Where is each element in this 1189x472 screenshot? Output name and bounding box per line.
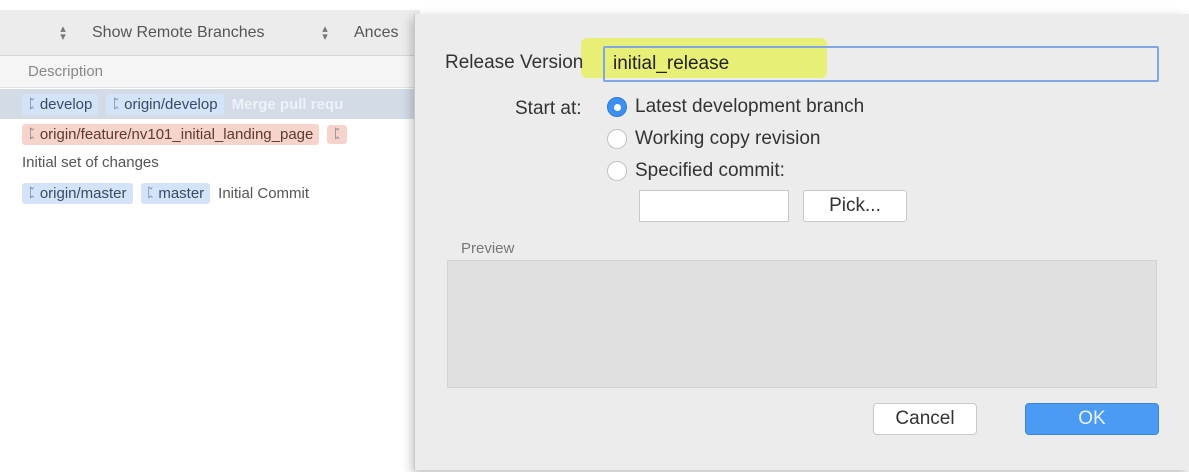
branch-tag: ᛈ origin/feature/nv101_initial_landing_pa… [22, 123, 320, 145]
radio-latest-development-branch[interactable]: Latest development branch [607, 96, 864, 118]
radio-label: Specified commit: [635, 160, 785, 181]
commit-message: Merge pull requ [231, 95, 344, 113]
commit-row[interactable]: Initial set of changes [0, 147, 420, 177]
radio-label: Latest development branch [635, 96, 865, 117]
radio-label: Working copy revision [635, 128, 821, 149]
radio-working-copy-revision[interactable]: Working copy revision [607, 128, 821, 150]
specified-commit-input[interactable] [639, 190, 789, 222]
commit-message: Initial Commit [218, 184, 310, 202]
release-version-label: Release Version [445, 52, 584, 73]
show-remote-branches-label: Show Remote Branches [92, 24, 265, 41]
commit-row[interactable]: ᛈ origin/master ᛈ master Initial Commit [0, 178, 420, 208]
branch-icon: ᛈ [28, 126, 36, 142]
branch-icon: ᛈ [28, 185, 36, 201]
start-release-dialog: Release Version Start at: Latest develop… [414, 14, 1189, 470]
pick-button[interactable]: Pick... [803, 190, 907, 222]
branch-tag: ᛈ origin/develop [106, 93, 224, 115]
commit-row[interactable]: ᛈ origin/feature/nv101_initial_landing_pa… [0, 119, 420, 149]
radio-specified-commit[interactable]: Specified commit: [607, 160, 785, 182]
ancestor-order-label: Ances [354, 24, 399, 41]
release-version-input[interactable] [603, 46, 1159, 82]
branch-tag-truncated: ᛈ [327, 124, 348, 144]
branch-icon: ᛈ [146, 185, 155, 201]
preview-label: Preview [461, 240, 515, 257]
ancestor-order-dropdown[interactable]: ▴ ▾ Ances [320, 23, 399, 43]
ok-button[interactable]: OK [1025, 403, 1159, 435]
updown-chevron-icon: ▴ ▾ [322, 23, 328, 43]
radio-unselected-icon[interactable] [607, 161, 627, 181]
commit-message: Initial set of changes [22, 153, 159, 171]
radio-unselected-icon[interactable] [607, 129, 627, 149]
branch-icon: ᛈ [112, 96, 121, 112]
show-remote-branches-dropdown[interactable]: ▴ ▾ Show Remote Branches [58, 23, 265, 43]
start-at-label: Start at: [515, 98, 582, 119]
updown-chevron-icon: ▴ ▾ [60, 23, 66, 43]
branch-tag: ᛈ develop [22, 93, 99, 115]
branch-icon: ᛈ [333, 126, 342, 142]
history-toolbar: ▴ ▾ Show Remote Branches ▴ ▾ Ances [0, 10, 420, 56]
description-column-header[interactable]: Description [0, 56, 420, 88]
cancel-button[interactable]: Cancel [873, 403, 977, 435]
branch-tag: ᛈ master [140, 182, 211, 204]
commit-row[interactable]: ᛈ develop ᛈ origin/develop Merge pull requ [0, 89, 420, 119]
branch-icon: ᛈ [28, 96, 36, 112]
preview-area [447, 260, 1157, 388]
radio-selected-icon[interactable] [607, 97, 627, 117]
branch-tag: ᛈ origin/master [22, 182, 133, 204]
